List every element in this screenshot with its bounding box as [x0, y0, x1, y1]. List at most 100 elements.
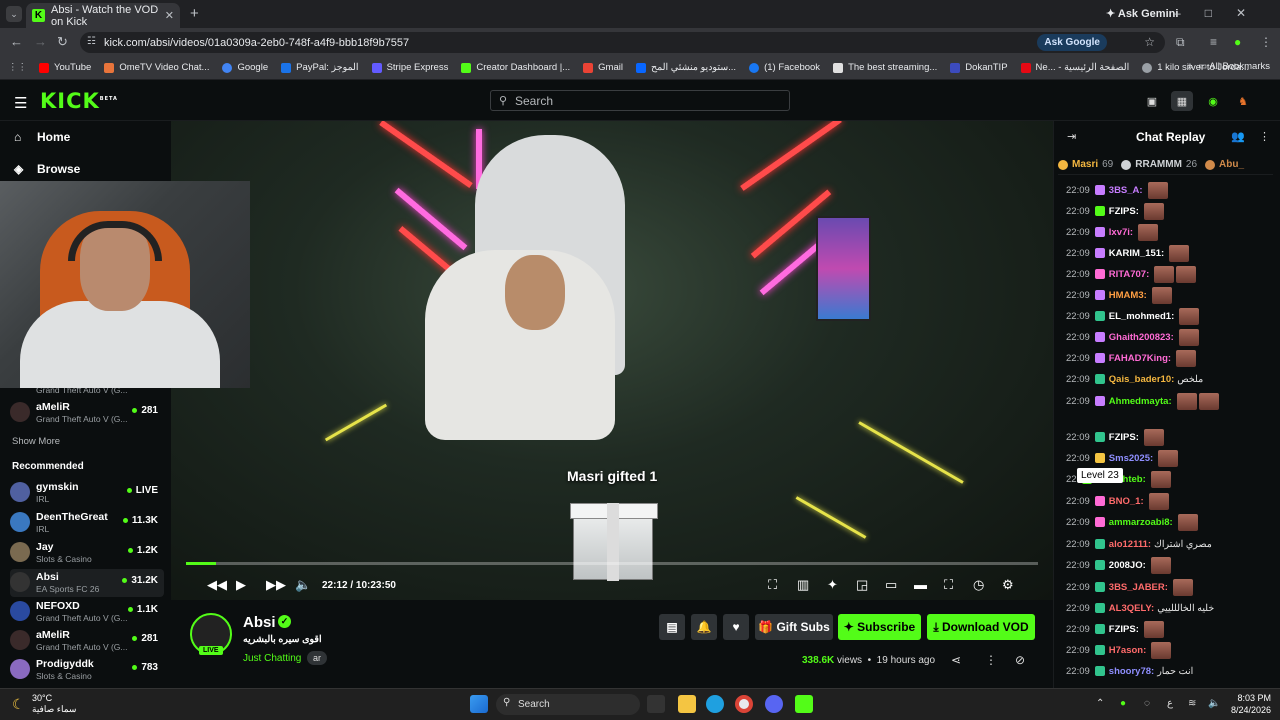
- bookmark-star-icon[interactable]: ☆: [1144, 35, 1155, 49]
- chat-username[interactable]: Sms2025:: [1109, 453, 1153, 464]
- apps-icon[interactable]: ⋮⋮: [8, 62, 27, 73]
- fullscreen-icon[interactable]: ⛶: [944, 577, 953, 593]
- bookmark-item[interactable]: Ne... - الصفحة الرئيسية: [1020, 62, 1129, 73]
- sidebar-channel[interactable]: Prodigyddk Slots & Casino 783: [10, 656, 164, 684]
- chat-message[interactable]: 22:09 RITA707:: [1066, 264, 1276, 284]
- chat-message[interactable]: 22:09 H7ason:: [1066, 640, 1276, 660]
- sparkle-icon[interactable]: ✦: [827, 577, 838, 593]
- weather-icon[interactable]: ☾: [12, 696, 25, 713]
- chat-username[interactable]: KARIM_151:: [1109, 248, 1164, 259]
- share-icon[interactable]: ⋖: [951, 653, 961, 667]
- clip-icon[interactable]: ⛶: [768, 577, 777, 593]
- start-icon[interactable]: [470, 695, 488, 713]
- stats-icon[interactable]: ▥: [797, 577, 809, 593]
- tray-app-icon[interactable]: ◌: [1144, 698, 1150, 709]
- sidebar-item-browse[interactable]: ◈ Browse: [14, 162, 80, 176]
- weather-widget[interactable]: 30°C سماء صافية: [32, 693, 76, 715]
- collapse-chat-icon[interactable]: ⇥: [1067, 130, 1076, 143]
- chat-username[interactable]: 3BS_A:: [1109, 185, 1143, 196]
- chat-username[interactable]: lxv7i:: [1109, 227, 1133, 238]
- language-indicator-icon[interactable]: ع: [1167, 698, 1173, 709]
- chat-message[interactable]: 22:09 Ahmedmayta:: [1066, 391, 1276, 411]
- chat-username[interactable]: FZIPS:: [1109, 206, 1139, 217]
- ask-google-button[interactable]: Ask Google: [1037, 34, 1107, 51]
- chat-username[interactable]: shoory78:: [1109, 666, 1154, 677]
- taskbar-search[interactable]: ⚲ Search: [496, 694, 640, 715]
- reading-list-icon[interactable]: ≡: [1210, 35, 1217, 49]
- reload-icon[interactable]: ↻: [57, 34, 68, 50]
- sidebar-channel[interactable]: Jay Slots & Casino 1.2K: [10, 539, 164, 567]
- chat-message[interactable]: 22:09 Qais_bader10: ملخص: [1066, 369, 1276, 389]
- bookmark-item[interactable]: (1) Facebook: [749, 62, 820, 73]
- tab-search-icon[interactable]: ⌄: [6, 6, 22, 22]
- follow-heart-icon[interactable]: ♥: [723, 614, 749, 640]
- chat-message[interactable]: 22:09 FZIPS:: [1066, 201, 1276, 221]
- chat-username[interactable]: FZIPS:: [1109, 432, 1139, 443]
- bookmark-item[interactable]: ستوديو منشئي المح...: [635, 62, 736, 73]
- kick-coin-icon[interactable]: ◉: [1202, 91, 1224, 111]
- tray-app-icon[interactable]: ●: [1120, 698, 1126, 709]
- system-clock[interactable]: 8:03 PM 8/24/2026: [1227, 692, 1271, 716]
- volume-tray-icon[interactable]: 🔈: [1208, 698, 1220, 709]
- close-tab-icon[interactable]: ✕: [165, 9, 174, 22]
- chat-message[interactable]: 22:09 FAHAD7King:: [1066, 348, 1276, 368]
- window-controls[interactable]: –□✕: [1174, 6, 1270, 20]
- chat-username[interactable]: AL3QELY:: [1109, 603, 1154, 614]
- video-progress-bar[interactable]: [186, 562, 1038, 565]
- chat-username[interactable]: FZIPS:: [1109, 624, 1139, 635]
- rewards-icon[interactable]: ▣: [1141, 91, 1163, 111]
- language-tag[interactable]: ar: [307, 651, 328, 665]
- chat-username[interactable]: BNO_1:: [1109, 496, 1144, 507]
- discord-icon[interactable]: [765, 695, 783, 713]
- chrome-icon[interactable]: [735, 695, 753, 713]
- hamburger-menu-icon[interactable]: ☰: [14, 94, 27, 112]
- theater-icon[interactable]: ▬: [914, 577, 927, 592]
- chat-message[interactable]: 22:09 AL3QELY: خليه الخالللييي: [1066, 598, 1276, 618]
- pip-icon[interactable]: ◲: [856, 577, 868, 593]
- chat-username[interactable]: Ahmedmayta:: [1109, 396, 1172, 407]
- sidebar-channel[interactable]: NEFOXD Grand Theft Auto V (G... 1.1K: [10, 598, 164, 626]
- menu-icon[interactable]: ⋮: [1260, 35, 1272, 49]
- chat-username[interactable]: H7ason:: [1109, 645, 1146, 656]
- dashboard-icon[interactable]: ▦: [1171, 91, 1193, 111]
- speed-icon[interactable]: ◷: [973, 577, 984, 593]
- chat-username[interactable]: 2008JO:: [1109, 560, 1146, 571]
- edge-icon[interactable]: [706, 695, 724, 713]
- chat-username[interactable]: EL_mohmed1:: [1109, 311, 1174, 322]
- leaderboard-entry[interactable]: Masri 69: [1058, 159, 1113, 170]
- bookmark-item[interactable]: Google: [222, 62, 268, 73]
- bookmark-item[interactable]: Gmail: [583, 62, 623, 73]
- notification-bell-icon[interactable]: 🔔: [691, 614, 717, 640]
- task-view-icon[interactable]: [647, 695, 665, 713]
- chat-message[interactable]: 22:09 EL_mohmed1:: [1066, 306, 1276, 326]
- play-icon[interactable]: ▶: [236, 577, 246, 593]
- chat-message[interactable]: 22:09 BNO_1:: [1066, 491, 1276, 511]
- show-more-link[interactable]: Show More: [12, 436, 60, 447]
- sidebar-channel[interactable]: DeenTheGreat IRL 11.3K: [10, 509, 164, 537]
- volume-icon[interactable]: 🔈: [295, 577, 311, 593]
- chat-message[interactable]: 22:09 Sms2025:: [1066, 448, 1276, 468]
- bookmark-item[interactable]: DokanTIP: [950, 62, 1008, 73]
- chat-users-icon[interactable]: 👥: [1231, 130, 1245, 143]
- chat-username[interactable]: 3BS_JABER:: [1109, 582, 1168, 593]
- sidebar-channel-active[interactable]: Absi EA Sports FC 26 31.2K: [10, 569, 164, 597]
- settings-icon[interactable]: ⚙: [1002, 577, 1014, 593]
- all-bookmarks-button[interactable]: » ▭ All Bookmarks: [1188, 61, 1270, 72]
- sidebar-channel[interactable]: gymskin IRL LIVE: [10, 479, 164, 507]
- cast-icon[interactable]: ▭: [885, 577, 897, 593]
- kick-logo[interactable]: KICKBETA: [40, 89, 118, 113]
- extensions-icon[interactable]: ⧉: [1176, 35, 1185, 50]
- download-vod-button[interactable]: ⤓ Download VOD: [927, 614, 1035, 640]
- tray-chevron-icon[interactable]: ⌃: [1096, 698, 1104, 709]
- new-tab-icon[interactable]: +: [190, 5, 199, 22]
- profile-icon[interactable]: ●: [1234, 35, 1241, 49]
- bookmark-item[interactable]: PayPal: الموجز: [281, 62, 359, 73]
- chat-username[interactable]: RITA707:: [1109, 269, 1149, 280]
- site-info-icon[interactable]: ☷: [87, 36, 96, 47]
- chat-toggle-icon[interactable]: ▤: [659, 614, 685, 640]
- chat-username[interactable]: HMAM3:: [1109, 290, 1147, 301]
- chat-message[interactable]: 22:09 Ghaith200823:: [1066, 327, 1276, 347]
- chat-message[interactable]: 22:09 3BS_JABER:: [1066, 577, 1276, 597]
- leaderboard-entry[interactable]: RRAMMM 26: [1121, 159, 1197, 170]
- chat-message[interactable]: 22:09 ammarzoabi8:: [1066, 512, 1276, 532]
